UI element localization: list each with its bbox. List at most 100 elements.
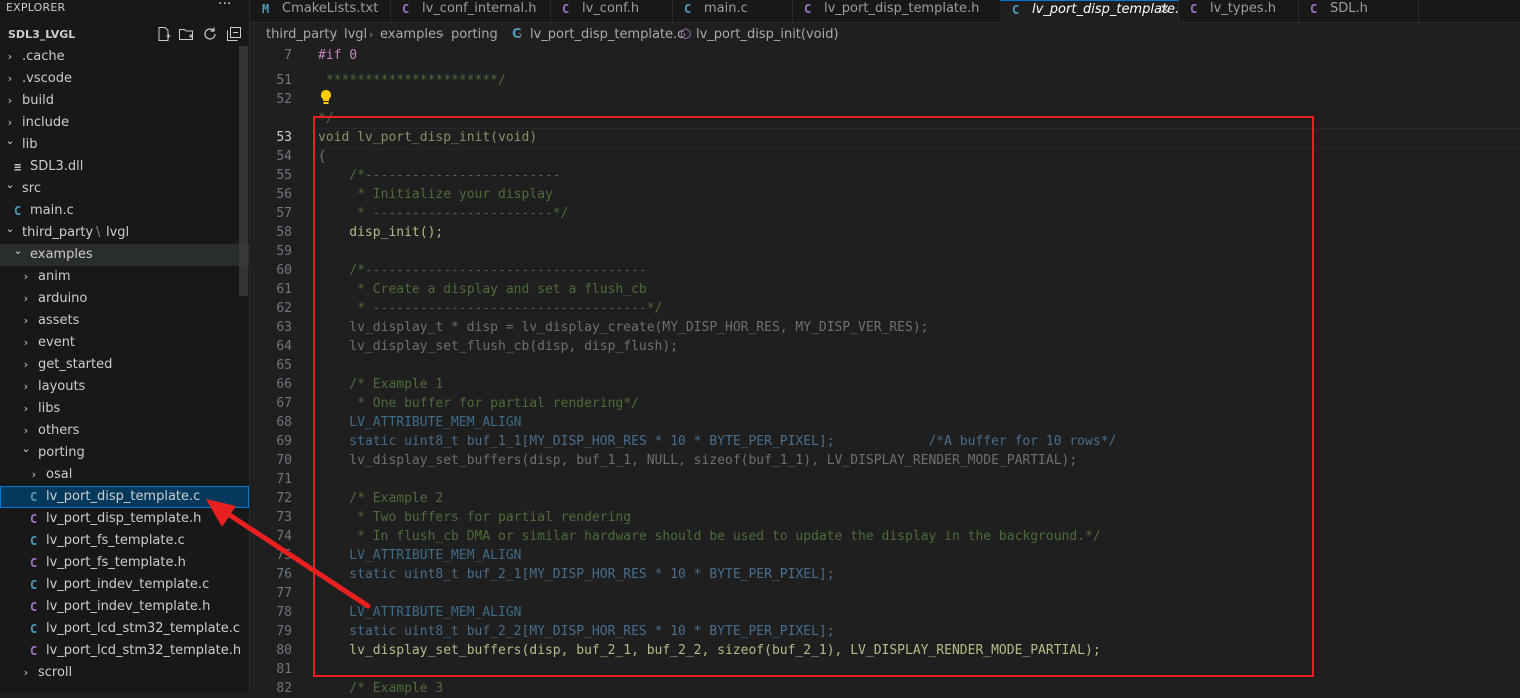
code-line[interactable]: 76 static uint8_t buf_2_1[MY_DISP_HOR_RE… — [250, 565, 1520, 584]
code-line[interactable]: 60 /*-----------------------------------… — [250, 261, 1520, 280]
tree-folder-0[interactable]: › .cache — [0, 46, 249, 68]
code-line[interactable]: 62 * -----------------------------------… — [250, 299, 1520, 318]
tree-folder-16[interactable]: › libs — [0, 398, 249, 420]
code-line[interactable]: 54 { — [250, 147, 1520, 166]
tree-file-21[interactable]: Clv_port_disp_template.h — [0, 508, 249, 530]
line-number: 58 — [276, 225, 292, 240]
tree-folder-4[interactable]: ⌄ lib — [0, 134, 249, 156]
code-line[interactable]: 58 disp_init(); — [250, 223, 1520, 242]
chevron-right-icon: › — [7, 94, 13, 107]
tree-folder-8[interactable]: ⌄ third_party \ lvgl — [0, 222, 249, 244]
code-line[interactable]: 55 /*------------------------- — [250, 166, 1520, 185]
tree-folder-19[interactable]: › osal — [0, 464, 249, 486]
code-line[interactable]: 61 * Create a display and set a flush_cb — [250, 280, 1520, 299]
code-line[interactable]: 80 lv_display_set_buffers(disp, buf_2_1,… — [250, 641, 1520, 660]
tree-folder-28[interactable]: › scroll — [0, 662, 249, 684]
code-line[interactable]: 82 /* Example 3 — [250, 679, 1520, 698]
line-number: 72 — [276, 491, 292, 506]
code-line[interactable]: 81 — [250, 660, 1520, 679]
tree-file-27[interactable]: Clv_port_lcd_stm32_template.h — [0, 640, 249, 662]
editor-tab[interactable]: C SDL.h — [1298, 0, 1419, 22]
line-number: 67 — [276, 396, 292, 411]
code-line[interactable]: */ — [250, 109, 1520, 128]
tree-file-5[interactable]: ≡ SDL3.dll — [0, 156, 249, 178]
c-header-file-icon: C — [402, 2, 410, 16]
workspace-row[interactable]: SDL3_LVGL — [0, 24, 249, 46]
breadcrumb-item[interactable]: examples — [380, 24, 443, 46]
code-line[interactable]: 71 — [250, 470, 1520, 489]
tree-file-25[interactable]: Clv_port_indev_template.h — [0, 596, 249, 618]
tree-folder-3[interactable]: › include — [0, 112, 249, 134]
tree-folder-15[interactable]: › layouts — [0, 376, 249, 398]
code-line[interactable]: 59 — [250, 242, 1520, 261]
code-line[interactable]: 68 LV_ATTRIBUTE_MEM_ALIGN — [250, 413, 1520, 432]
code-line[interactable]: 65 — [250, 356, 1520, 375]
breadcrumb-item[interactable]: porting — [451, 24, 498, 46]
editor-tab[interactable]: Clv_port_disp_template.c × — [1000, 0, 1179, 23]
editor-tab[interactable]: Clv_conf_internal.h — [390, 0, 551, 22]
code-line[interactable]: 69 static uint8_t buf_1_1[MY_DISP_HOR_RE… — [250, 432, 1520, 451]
tree-file-7[interactable]: Cmain.c — [0, 200, 249, 222]
code-line[interactable]: 52 — [250, 90, 1520, 109]
tree-file-23[interactable]: Clv_port_fs_template.h — [0, 552, 249, 574]
tree-folder-6[interactable]: ⌄ src — [0, 178, 249, 200]
code-line[interactable]: 67 * One buffer for partial rendering*/ — [250, 394, 1520, 413]
sidebar-scrollbar[interactable] — [239, 46, 248, 296]
code-line[interactable]: 77 — [250, 584, 1520, 603]
tree-folder-18[interactable]: ⌄ porting — [0, 442, 249, 464]
tree-file-26[interactable]: Clv_port_lcd_stm32_template.c — [0, 618, 249, 640]
tree-folder-17[interactable]: › others — [0, 420, 249, 442]
close-tab-icon[interactable]: × — [1159, 1, 1170, 19]
chevron-right-icon: › — [23, 358, 29, 371]
refresh-icon[interactable] — [202, 26, 218, 42]
code-line[interactable]: 72 /* Example 2 — [250, 489, 1520, 508]
code-text: /* Example 3 — [318, 681, 444, 696]
new-file-icon[interactable] — [156, 26, 172, 42]
code-line[interactable]: 74 * In flush_cb DMA or similar hardware… — [250, 527, 1520, 546]
tree-file-24[interactable]: Clv_port_indev_template.c — [0, 574, 249, 596]
tree-folder-10[interactable]: › anim — [0, 266, 249, 288]
tree-file-20[interactable]: Clv_port_disp_template.c — [0, 486, 249, 508]
tree-item-label: assets — [38, 313, 80, 328]
editor-tab[interactable]: M CmakeLists.txt — [250, 0, 391, 22]
tree-item-label: include — [22, 115, 70, 130]
tree-folder-11[interactable]: › arduino — [0, 288, 249, 310]
breadcrumb-item[interactable]: third_party — [266, 24, 337, 46]
more-actions-icon[interactable]: ··· — [218, 0, 231, 12]
sticky-scroll-line[interactable]: 7 #if 0 — [250, 46, 1520, 65]
code-text: * -----------------------------------*/ — [318, 301, 663, 316]
code-line[interactable]: 56 * Initialize your display — [250, 185, 1520, 204]
lightbulb-icon[interactable] — [319, 89, 333, 105]
editor-tab[interactable]: Clv_port_disp_template.h — [792, 0, 1001, 22]
code-line[interactable]: 79 static uint8_t buf_2_2[MY_DISP_HOR_RE… — [250, 622, 1520, 641]
code-line[interactable]: 63 lv_display_t * disp = lv_display_crea… — [250, 318, 1520, 337]
code-editor[interactable]: 51 **********************/ 52 */ 53 void lv_… — [250, 65, 1520, 696]
tree-item-label: .cache — [22, 49, 65, 64]
code-line[interactable]: 64 lv_display_set_flush_cb(disp, disp_fl… — [250, 337, 1520, 356]
code-line[interactable]: 73 * Two buffers for partial rendering — [250, 508, 1520, 527]
code-line[interactable]: 51 **********************/ — [250, 71, 1520, 90]
code-line[interactable]: 75 LV_ATTRIBUTE_MEM_ALIGN — [250, 546, 1520, 565]
code-line[interactable]: 66 /* Example 1 — [250, 375, 1520, 394]
tree-folder-9[interactable]: ⌄ examples — [0, 244, 249, 266]
collapse-all-icon[interactable] — [226, 26, 242, 42]
tree-folder-2[interactable]: › build — [0, 90, 249, 112]
breadcrumb-item[interactable]: lv_port_disp_init(void) — [696, 24, 839, 46]
tree-folder-13[interactable]: › event — [0, 332, 249, 354]
code-line[interactable]: 57 * -----------------------*/ — [250, 204, 1520, 223]
editor-tab[interactable]: Clv_conf.h — [550, 0, 673, 22]
code-line[interactable]: 53 void lv_port_disp_init(void) — [250, 128, 1520, 149]
editor-tab[interactable]: Clv_types.h — [1178, 0, 1299, 22]
tree-folder-14[interactable]: › get_started — [0, 354, 249, 376]
tree-folder-1[interactable]: › .vscode — [0, 68, 249, 90]
code-line[interactable]: 78 LV_ATTRIBUTE_MEM_ALIGN — [250, 603, 1520, 622]
code-line[interactable]: 70 lv_display_set_buffers(disp, buf_1_1,… — [250, 451, 1520, 470]
new-folder-icon[interactable] — [178, 26, 194, 42]
tree-file-22[interactable]: Clv_port_fs_template.c — [0, 530, 249, 552]
breadcrumb-item[interactable]: lv_port_disp_template.c — [530, 24, 684, 46]
tree-folder-12[interactable]: › assets — [0, 310, 249, 332]
breadcrumb-item[interactable]: lvgl — [344, 24, 367, 46]
editor-tab[interactable]: Cmain.c — [672, 0, 793, 22]
line-number: 81 — [276, 662, 292, 677]
c-file-icon: C — [30, 534, 38, 548]
